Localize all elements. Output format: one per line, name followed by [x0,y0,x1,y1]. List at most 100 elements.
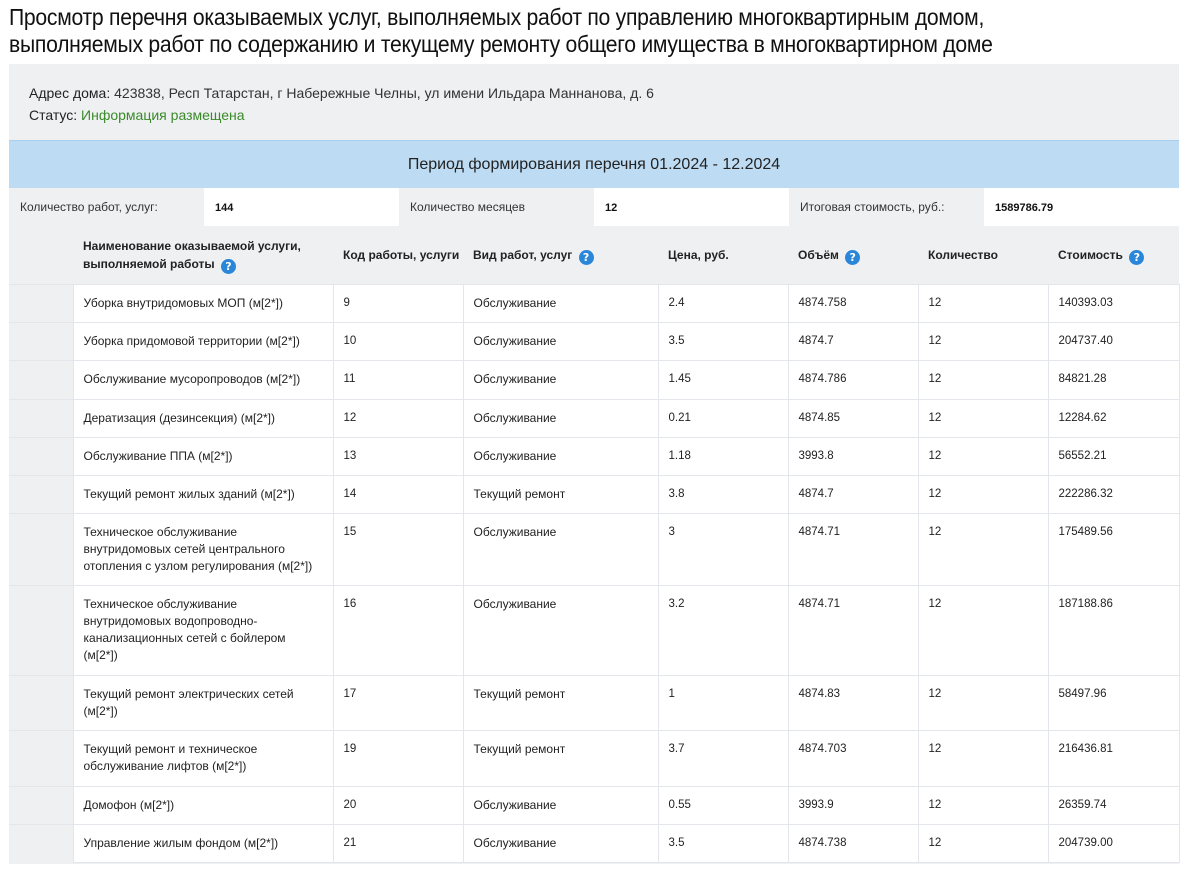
cell-cost: 56552.21 [1047,437,1180,476]
cell-price: 1 [657,675,789,731]
status-value: Информация размещена [81,107,245,123]
header-cost: Стоимость ? [1048,226,1179,285]
row-spacer [9,399,73,438]
cell-code: 9 [332,284,464,323]
cell-kind: Текущий ремонт [462,730,659,787]
cell-kind: Обслуживание [462,824,659,863]
cell-volume: 4874.7 [787,475,919,514]
page-title-line-1: Просмотр перечня оказываемых услуг, выпо… [9,4,985,30]
header-spacer [9,226,73,285]
cell-volume: 4874.703 [787,730,919,787]
header-qty: Количество [918,226,1048,285]
services-table: Наименование оказываемой услуги, выполня… [9,226,1180,863]
cell-volume: 4874.786 [787,360,919,400]
cell-price: 1.45 [657,360,789,400]
cell-name: Обслуживание мусоропроводов (м[2*]) [72,360,334,400]
cell-code: 17 [332,675,464,731]
period-header: Период формирования перечня 01.2024 - 12… [9,140,1179,189]
cell-name: Управление жилым фондом (м[2*]) [72,824,334,863]
cell-cost: 175489.56 [1047,513,1180,586]
page-title-line-2: выполняемых работ по содержанию и текуще… [9,31,993,57]
header-volume: Объём ? [788,226,918,285]
header-name: Наименование оказываемой услуги, выполня… [73,226,333,285]
summary-row: Количество работ, услуг: 144 Количество … [9,188,1179,226]
cell-kind: Обслуживание [462,585,659,676]
address-value: 423838, Респ Татарстан, г Набережные Чел… [114,85,654,101]
header-price: Цена, руб. [658,226,788,285]
cell-qty: 12 [917,360,1049,400]
cell-price: 3.5 [657,322,789,361]
cell-code: 15 [332,513,464,586]
cell-volume: 4874.738 [787,824,919,863]
row-spacer [9,284,73,323]
cell-qty: 12 [917,284,1049,323]
table-row: Обслуживание мусоропроводов (м[2*]) 11 Обс… [9,360,1180,400]
cell-price: 3.8 [657,475,789,514]
cell-code: 21 [332,824,464,863]
table-row: Техническое обслуживание внутридомовых с… [9,513,1180,586]
cell-qty: 12 [917,475,1049,514]
cell-kind: Текущий ремонт [462,475,659,514]
table-row: Дератизация (дезинсекция) (м[2*]) 12 Обслу… [9,399,1180,438]
cell-cost: 216436.81 [1047,730,1180,787]
question-circle-icon[interactable]: ? [845,249,861,265]
cell-volume: 4874.71 [787,585,919,676]
cell-qty: 12 [917,585,1049,676]
table-row: Управление жилым фондом (м[2*]) 21 Обслужи… [9,824,1180,863]
cell-name: Техническое обслуживание внутридомовых в… [72,585,334,676]
cell-qty: 12 [917,675,1049,731]
total-cost-label: Итоговая стоимость, руб.: [789,188,984,226]
cell-name: Уборка придомовой территории (м[2*]) [72,322,334,361]
cell-kind: Обслуживание [462,322,659,361]
cell-cost: 58497.96 [1047,675,1180,731]
cell-price: 0.21 [657,399,789,438]
page-title: Просмотр перечня оказываемых услуг, выпо… [9,4,1090,58]
cell-volume: 3993.8 [787,437,919,476]
cell-kind: Текущий ремонт [462,675,659,731]
cell-name: Домофон (м[2*]) [72,786,334,825]
question-circle-icon[interactable]: ? [220,258,236,274]
question-circle-icon[interactable]: ? [1129,249,1145,265]
cell-cost: 187188.86 [1047,585,1180,676]
cell-kind: Обслуживание [462,360,659,400]
cell-volume: 4874.83 [787,675,919,731]
services-table-wrap: Наименование оказываемой услуги, выполня… [9,226,1180,863]
cell-code: 13 [332,437,464,476]
row-spacer [9,437,73,476]
cell-name: Текущий ремонт жилых зданий (м[2*]) [72,475,334,514]
cell-name: Уборка внутридомовых МОП (м[2*]) [72,284,334,323]
row-spacer [9,513,73,586]
cell-code: 19 [332,730,464,787]
question-circle-icon[interactable]: ? [578,249,594,265]
cell-code: 16 [332,585,464,676]
cell-price: 1.18 [657,437,789,476]
row-spacer [9,675,73,731]
row-spacer [9,824,73,863]
cell-qty: 12 [917,322,1049,361]
cell-cost: 26359.74 [1047,786,1180,825]
cell-price: 3.5 [657,824,789,863]
cell-kind: Обслуживание [462,284,659,323]
status-label: Статус: [29,107,78,123]
services-panel: Адрес дома: 423838, Респ Татарстан, г На… [9,64,1180,864]
row-spacer [9,786,73,825]
cell-cost: 222286.32 [1047,475,1180,514]
cell-price: 2.4 [657,284,789,323]
house-info: Адрес дома: 423838, Респ Татарстан, г На… [29,82,654,126]
cell-kind: Обслуживание [462,786,659,825]
cell-volume: 3993.9 [787,786,919,825]
row-spacer [9,730,73,787]
months-count-value: 12 [594,188,789,226]
period-label: Период формирования перечня 01.2024 - 12… [407,155,781,173]
header-kind: Вид работ, услуг ? [463,226,658,285]
status-line: Статус: Информация размещена [29,104,654,126]
row-spacer [9,475,73,514]
table-row: Уборка придомовой территории (м[2*]) 10 Об… [9,322,1180,361]
cell-qty: 12 [917,513,1049,586]
cell-price: 0.55 [657,786,789,825]
total-cost-value: 1589786.79 [984,188,1179,226]
cell-cost: 140393.03 [1047,284,1180,323]
cell-volume: 4874.758 [787,284,919,323]
address-label: Адрес дома: [29,85,111,101]
cell-cost: 204739.00 [1047,824,1180,863]
